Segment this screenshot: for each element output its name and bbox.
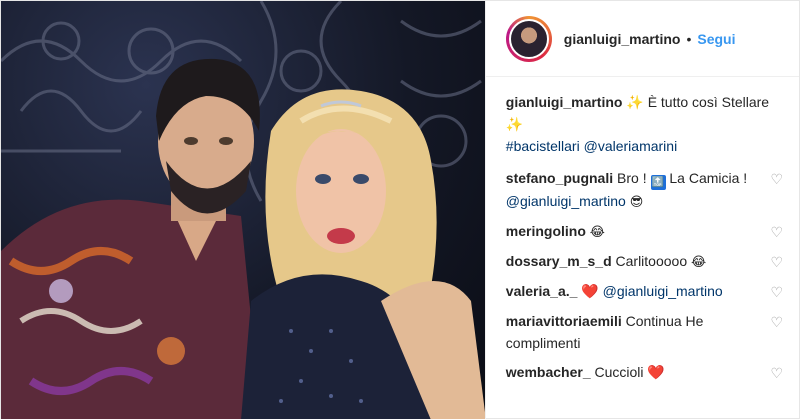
sparkles-icon: ✨ [505, 116, 524, 132]
comment-text: Bro ! [617, 170, 647, 186]
comment-username[interactable]: stefano_pugnali [506, 170, 613, 186]
header-separator: • [686, 30, 692, 47]
heart-outline-icon[interactable]: ♡ [765, 311, 783, 333]
comment-row: meringolino 😂 ♡ [506, 220, 783, 243]
comment-row: valeria_a._ ❤️ @gianluigi_martino ♡ [506, 280, 783, 303]
laughing-emoji-icon: 😂 [589, 224, 605, 239]
comment-row: dossary_m_s_d Carlitooooo 😂 ♡ [506, 250, 783, 273]
photo-illustration [1, 1, 485, 419]
heart-emoji-icon: ❤️ [647, 364, 665, 380]
follow-button[interactable]: Segui [697, 31, 735, 47]
header-username[interactable]: gianluigi_martino [564, 31, 681, 47]
comment-row: mariavittoriaemili Continua He complimen… [506, 310, 783, 354]
caption-text: È tutto così Stellare [647, 94, 770, 110]
caption-mention[interactable]: @valeriamarini [584, 138, 678, 154]
comment-username[interactable]: valeria_a._ [506, 283, 578, 299]
comment-username[interactable]: mariavittoriaemili [506, 313, 622, 329]
comment-text: La Camicia ! [669, 170, 748, 186]
caption-hashtag[interactable]: #bacistellari [506, 138, 580, 154]
heart-outline-icon[interactable]: ♡ [765, 251, 783, 273]
caption: gianluigi_martino ✨ È tutto così Stellar… [506, 91, 783, 157]
caption-username[interactable]: gianluigi_martino [506, 94, 623, 110]
comment-mention[interactable]: @gianluigi_martino [603, 283, 723, 299]
heart-outline-icon[interactable]: ♡ [765, 362, 783, 384]
heart-outline-icon[interactable]: ♡ [765, 221, 783, 243]
heart-emoji-icon: ❤️ [581, 283, 599, 299]
post-photo[interactable] [1, 1, 485, 419]
heart-outline-icon[interactable]: ♡ [765, 281, 783, 303]
comments-list: gianluigi_martino ✨ È tutto così Stellar… [486, 77, 799, 419]
comment-username[interactable]: meringolino [506, 223, 586, 239]
top-arrow-icon: 🔝 [650, 175, 666, 190]
laughing-emoji-icon: 😂 [691, 254, 707, 269]
comment-row: stefano_pugnali Bro ! 🔝 La Camicia ! @gi… [506, 167, 783, 213]
comment-username[interactable]: wembacher_ [506, 364, 591, 380]
comment-username[interactable]: dossary_m_s_d [506, 253, 612, 269]
comment-row: wembacher_ Cuccioli ❤️ ♡ [506, 361, 783, 384]
avatar [508, 18, 549, 59]
comment-text: Carlitooooo [615, 253, 688, 269]
instagram-post: gianluigi_martino • Segui gianluigi_mart… [0, 0, 800, 419]
sparkles-icon: ✨ [626, 94, 644, 110]
comment-mention[interactable]: @gianluigi_martino [506, 193, 626, 209]
post-header: gianluigi_martino • Segui [485, 1, 799, 77]
heart-outline-icon[interactable]: ♡ [765, 168, 783, 190]
comment-text: Cuccioli [594, 364, 644, 380]
post-sidebar: gianluigi_martino • Segui gianluigi_mart… [484, 1, 799, 419]
sunglasses-emoji-icon: 😎 [629, 194, 644, 209]
avatar-story-ring[interactable] [505, 15, 552, 62]
